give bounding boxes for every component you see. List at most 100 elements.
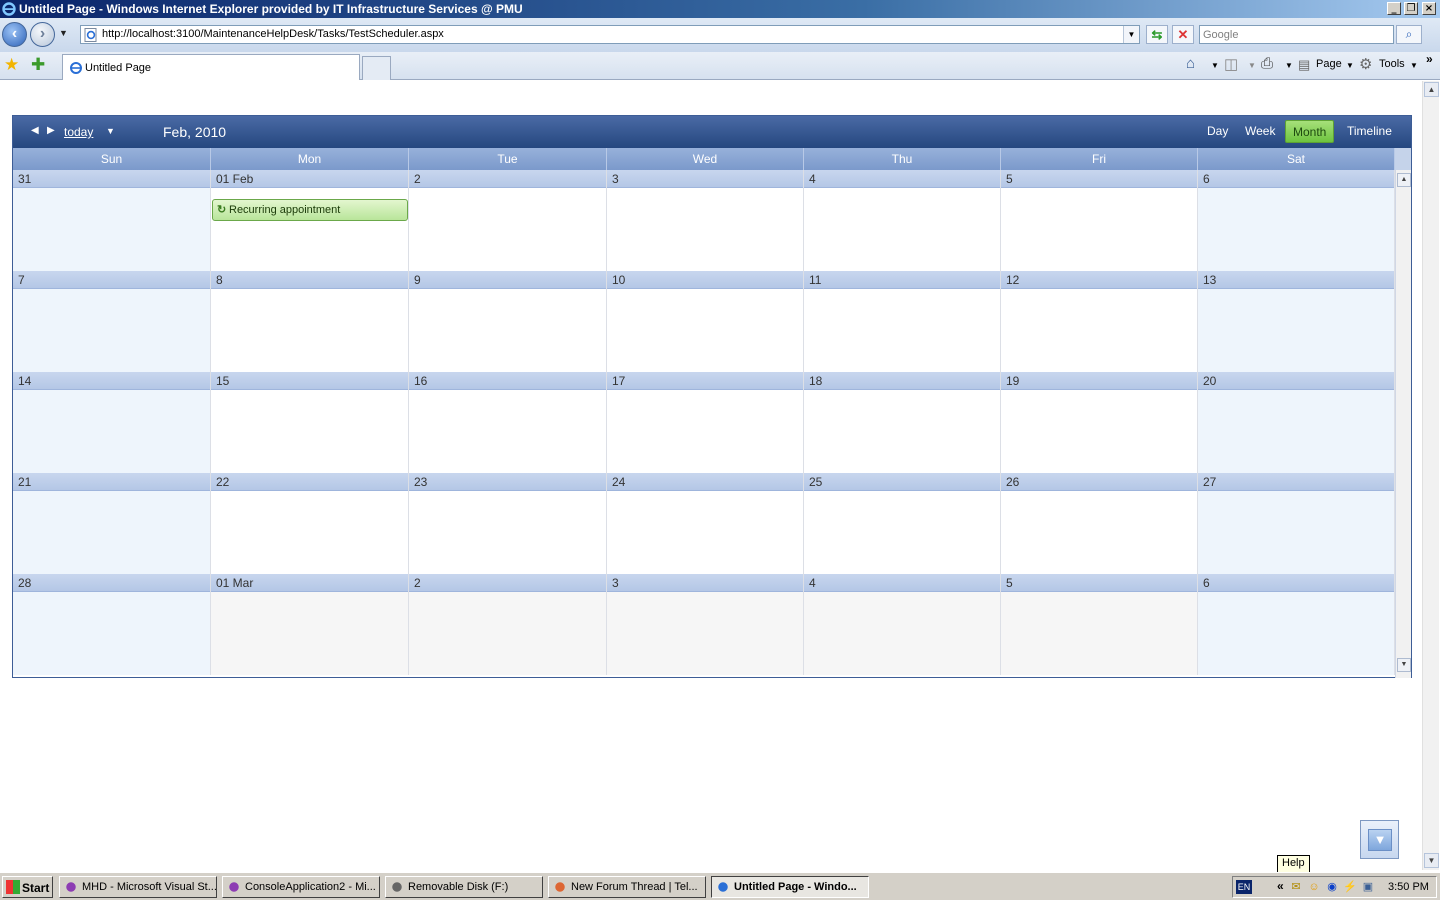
day-number[interactable]: 15 xyxy=(211,372,408,390)
network-icon[interactable]: ◉ xyxy=(1325,880,1339,894)
page-scrollbar[interactable]: ▲ ▼ xyxy=(1422,81,1439,870)
day-number[interactable]: 10 xyxy=(607,271,803,289)
refresh-button[interactable]: ⇆ xyxy=(1146,25,1168,44)
day-number[interactable]: 24 xyxy=(607,473,803,491)
day-cell[interactable]: 31 xyxy=(13,170,211,271)
new-tab-button[interactable] xyxy=(362,56,391,80)
power-icon[interactable]: ⚡ xyxy=(1343,880,1357,894)
tools-dropdown-icon[interactable]: ▼ xyxy=(1410,61,1418,70)
mail-icon[interactable]: ✉ xyxy=(1289,880,1303,894)
search-input[interactable]: Google xyxy=(1199,25,1394,44)
scroll-down-button[interactable]: ▼ xyxy=(1360,820,1399,859)
day-cell[interactable]: 9 xyxy=(409,271,607,372)
more-commands-chevron-icon[interactable]: » xyxy=(1426,52,1433,66)
page-dropdown-icon[interactable]: ▼ xyxy=(1346,61,1354,70)
taskbar-button[interactable]: MHD - Microsoft Visual St... xyxy=(59,876,217,898)
day-cell[interactable]: 2 xyxy=(409,170,607,271)
favorites-star-icon[interactable]: ★ xyxy=(4,55,19,75)
day-cell[interactable]: 14 xyxy=(13,372,211,473)
forward-button[interactable]: › xyxy=(30,22,55,47)
day-cell[interactable]: 23 xyxy=(409,473,607,574)
day-number[interactable]: 3 xyxy=(607,574,803,592)
print-icon[interactable]: ⎙ xyxy=(1261,55,1273,72)
day-cell[interactable]: 01 Mar xyxy=(211,574,409,675)
day-cell[interactable]: 28 xyxy=(13,574,211,675)
start-button[interactable]: Start xyxy=(2,876,53,898)
day-cell[interactable]: 11 xyxy=(804,271,1001,372)
day-number[interactable]: 4 xyxy=(804,574,1000,592)
day-number[interactable]: 9 xyxy=(409,271,606,289)
view-tab-timeline[interactable]: Timeline xyxy=(1340,120,1399,143)
date-picker-dropdown-icon[interactable]: ▼ xyxy=(106,126,115,136)
day-number[interactable]: 22 xyxy=(211,473,408,491)
day-number[interactable]: 21 xyxy=(13,473,210,491)
day-number[interactable]: 16 xyxy=(409,372,606,390)
day-cell[interactable]: 12 xyxy=(1001,271,1198,372)
day-number[interactable]: 27 xyxy=(1198,473,1394,491)
view-tab-month[interactable]: Month xyxy=(1285,120,1335,143)
day-number[interactable]: 01 Mar xyxy=(211,574,408,592)
day-number[interactable]: 2 xyxy=(409,170,606,188)
day-number[interactable]: 6 xyxy=(1198,170,1394,188)
feeds-icon[interactable]: ◫ xyxy=(1224,55,1238,73)
scroll-up-arrow-icon[interactable]: ▲ xyxy=(1397,173,1411,187)
taskbar-button[interactable]: Untitled Page - Windo... xyxy=(711,876,869,898)
day-number[interactable]: 5 xyxy=(1001,574,1197,592)
day-number[interactable]: 17 xyxy=(607,372,803,390)
day-cell[interactable]: 27 xyxy=(1198,473,1395,574)
next-period-arrow-icon[interactable]: ▶ xyxy=(47,125,55,136)
day-cell[interactable]: 8 xyxy=(211,271,409,372)
day-number[interactable]: 4 xyxy=(804,170,1000,188)
search-icon[interactable]: ⌕ xyxy=(1396,25,1422,44)
print-dropdown-icon[interactable]: ▼ xyxy=(1285,61,1293,70)
day-number[interactable]: 12 xyxy=(1001,271,1197,289)
day-number[interactable]: 5 xyxy=(1001,170,1197,188)
day-number[interactable]: 8 xyxy=(211,271,408,289)
day-number[interactable]: 19 xyxy=(1001,372,1197,390)
day-cell[interactable]: 18 xyxy=(804,372,1001,473)
scheduler-scrollbar[interactable]: ▲ ▼ xyxy=(1395,170,1411,678)
today-link[interactable]: today xyxy=(64,125,93,139)
day-cell[interactable]: 24 xyxy=(607,473,804,574)
home-dropdown-icon[interactable]: ▼ xyxy=(1211,61,1219,70)
url-text[interactable]: http://localhost:3100/MaintenanceHelpDes… xyxy=(102,28,444,40)
address-dropdown-icon[interactable]: ▼ xyxy=(1123,26,1139,43)
day-cell[interactable]: 4 xyxy=(804,574,1001,675)
minimize-button[interactable]: _ xyxy=(1387,2,1401,15)
feeds-dropdown-icon[interactable]: ▼ xyxy=(1248,61,1256,70)
messenger-icon[interactable]: ☺ xyxy=(1307,880,1321,894)
page-menu[interactable]: Page xyxy=(1316,58,1342,70)
day-cell[interactable]: 3 xyxy=(607,574,804,675)
day-cell[interactable]: 25 xyxy=(804,473,1001,574)
recent-pages-dropdown-icon[interactable]: ▼ xyxy=(59,28,68,38)
day-cell[interactable]: 6 xyxy=(1198,170,1395,271)
appointment-recurring[interactable]: ↻ Recurring appointment xyxy=(212,199,408,221)
previous-period-arrow-icon[interactable]: ◀ xyxy=(31,125,39,136)
day-cell[interactable]: 26 xyxy=(1001,473,1198,574)
day-number[interactable]: 11 xyxy=(804,271,1000,289)
tools-menu[interactable]: Tools xyxy=(1379,58,1405,70)
taskbar-button[interactable]: Removable Disk (F:) xyxy=(385,876,543,898)
day-cell[interactable]: 2 xyxy=(409,574,607,675)
day-number[interactable]: 25 xyxy=(804,473,1000,491)
day-cell[interactable]: 13 xyxy=(1198,271,1395,372)
add-favorite-icon[interactable]: ✚ xyxy=(31,55,45,75)
day-cell[interactable]: 17 xyxy=(607,372,804,473)
address-bar[interactable]: http://localhost:3100/MaintenanceHelpDes… xyxy=(80,25,1140,44)
day-number[interactable]: 31 xyxy=(13,170,210,188)
taskbar-button[interactable]: ConsoleApplication2 - Mi... xyxy=(222,876,380,898)
day-number[interactable]: 23 xyxy=(409,473,606,491)
day-cell[interactable]: 22 xyxy=(211,473,409,574)
day-cell[interactable]: 10 xyxy=(607,271,804,372)
day-cell[interactable]: 5 xyxy=(1001,574,1198,675)
day-cell[interactable]: 16 xyxy=(409,372,607,473)
scroll-down-arrow-icon[interactable]: ▼ xyxy=(1424,853,1439,868)
day-cell[interactable]: 7 xyxy=(13,271,211,372)
display-icon[interactable]: ▣ xyxy=(1361,880,1375,894)
day-number[interactable]: 26 xyxy=(1001,473,1197,491)
day-cell[interactable]: 6 xyxy=(1198,574,1395,675)
day-cell[interactable]: 5 xyxy=(1001,170,1198,271)
day-number[interactable]: 28 xyxy=(13,574,210,592)
close-button[interactable]: × xyxy=(1422,2,1436,15)
home-icon[interactable]: ⌂ xyxy=(1186,55,1195,72)
